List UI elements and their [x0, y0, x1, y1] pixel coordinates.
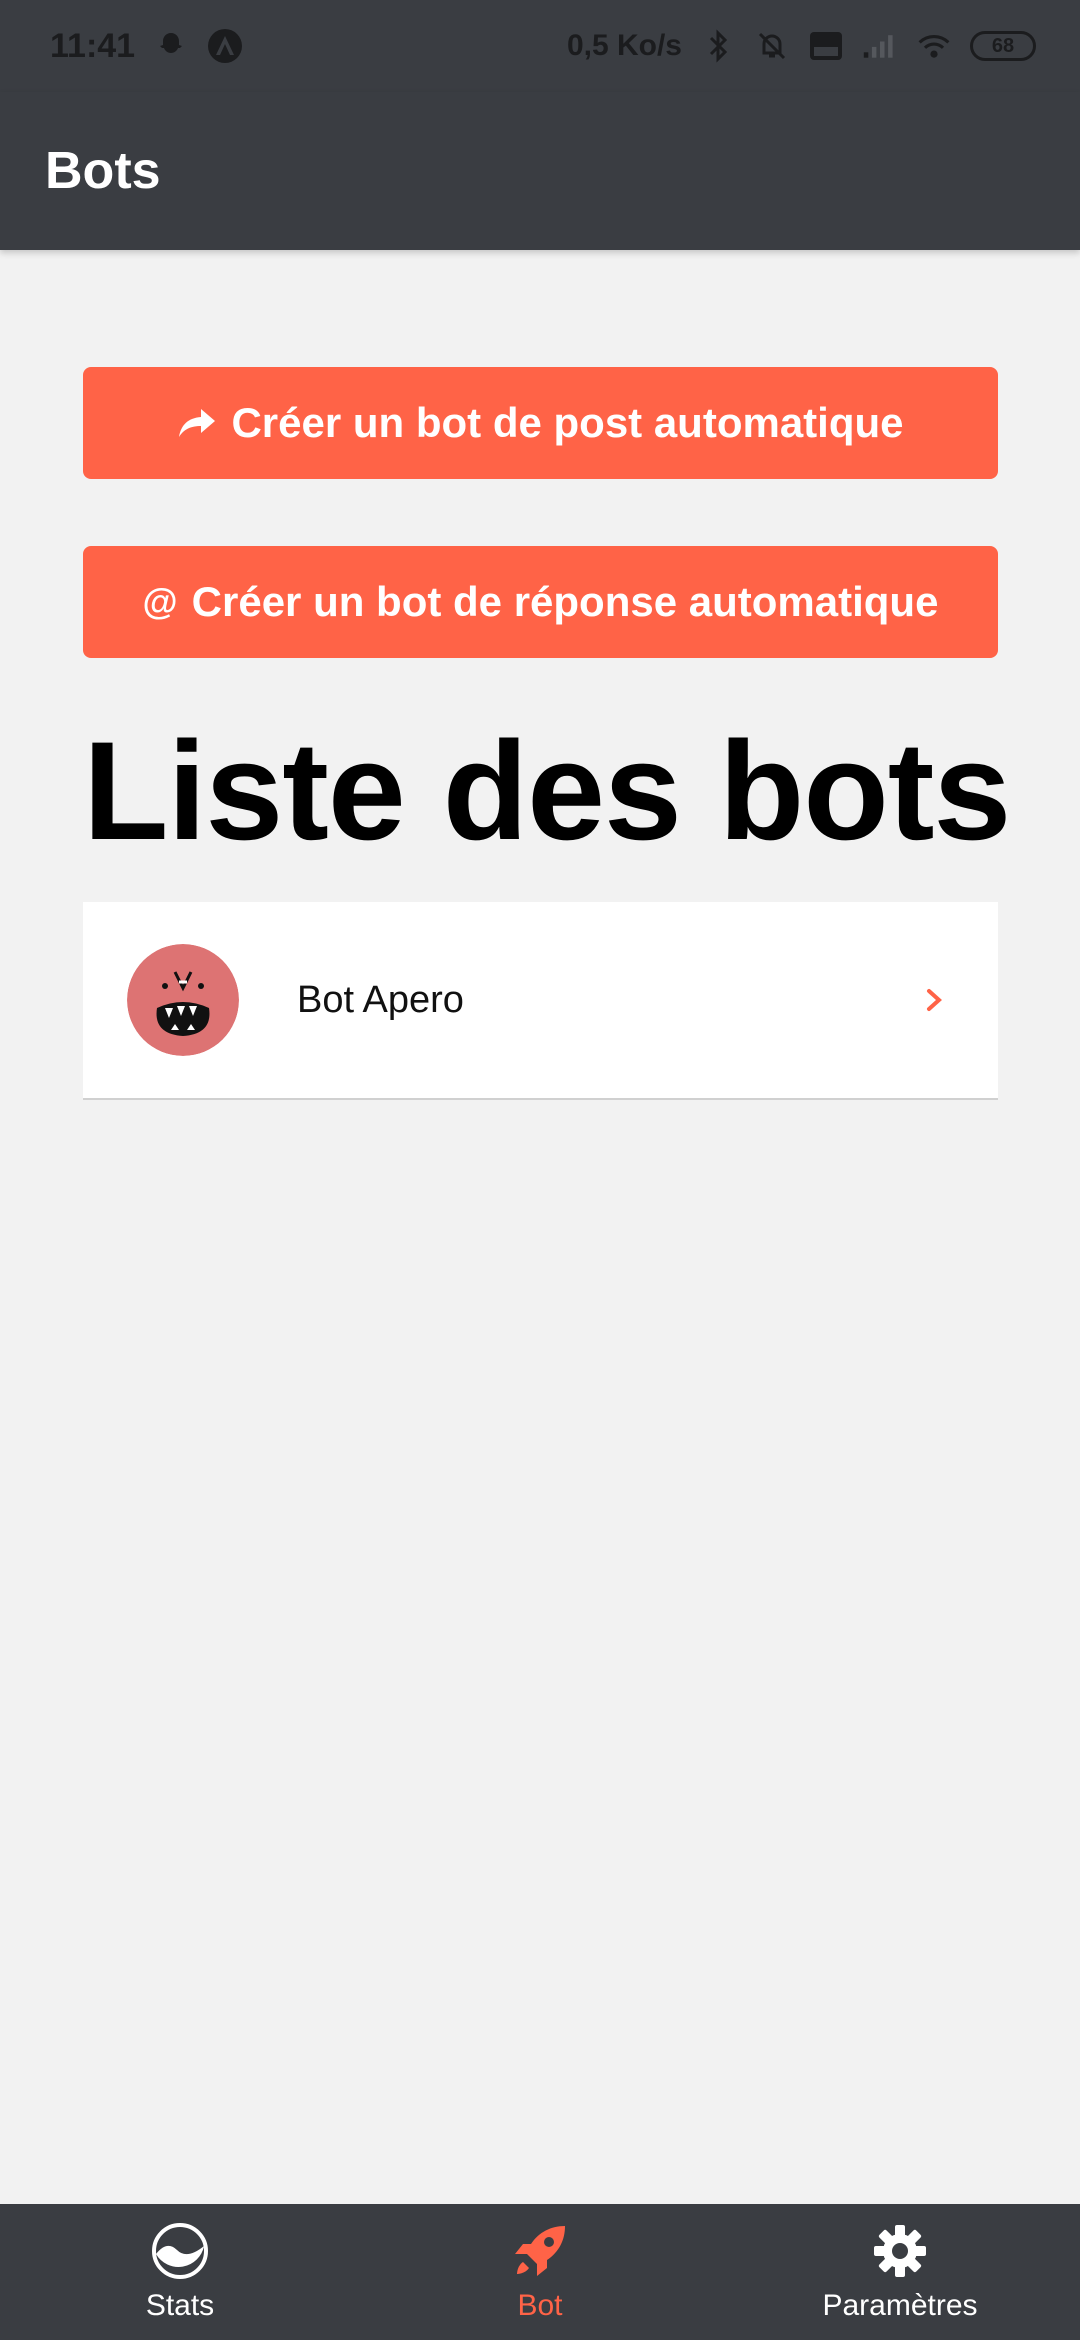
nav-label-stats: Stats: [145, 2289, 215, 2322]
status-bar: 11:41 0,5 Ko/s 68: [0, 0, 1080, 92]
bell-off-icon: [754, 28, 790, 64]
chevron-right-icon: [922, 982, 946, 1018]
battery-indicator: 68: [970, 31, 1036, 61]
create-post-bot-button[interactable]: Créer un bot de post automatique: [83, 367, 998, 479]
network-speed: 0,5 Ko/s: [566, 29, 682, 62]
create-reply-bot-button[interactable]: @ Créer un bot de réponse automatique: [83, 546, 998, 658]
share-arrow-icon: [177, 407, 217, 439]
nav-label-settings: Paramètres: [822, 2289, 978, 2322]
nav-item-stats[interactable]: Stats: [0, 2204, 360, 2340]
bot-name: Bot Apero: [297, 978, 464, 1021]
status-right: 0,5 Ko/s 68: [567, 28, 1036, 64]
app-icon: [207, 28, 243, 64]
bot-list: Bot Apero: [83, 902, 998, 1100]
create-reply-bot-label: Créer un bot de réponse automatique: [191, 578, 939, 625]
status-left: 11:41: [50, 27, 243, 66]
wifi-icon: [916, 28, 952, 64]
signal-icon: [862, 28, 898, 64]
bot-list-title: Liste des bots: [83, 712, 1011, 869]
list-item[interactable]: Bot Apero: [83, 902, 998, 1100]
bluetooth-icon: [700, 28, 736, 64]
nav-label-bot: Bot: [517, 2289, 563, 2322]
gear-icon: [870, 2221, 930, 2281]
volte-icon: [808, 28, 844, 64]
nav-item-settings[interactable]: Paramètres: [720, 2204, 1080, 2340]
bottom-nav: Stats Bot Paramètres: [0, 2204, 1080, 2340]
nav-item-bot[interactable]: Bot: [360, 2204, 720, 2340]
status-time: 11:41: [50, 26, 136, 65]
avatar-monster-icon: [127, 944, 239, 1056]
stats-icon: [150, 2221, 210, 2281]
rocket-icon: [510, 2221, 570, 2281]
snapchat-icon: [153, 28, 189, 64]
create-post-bot-label: Créer un bot de post automatique: [231, 399, 904, 446]
page-title: Bots: [45, 142, 161, 200]
at-sign-icon: @: [142, 581, 178, 622]
app-bar: Bots: [0, 92, 1080, 250]
